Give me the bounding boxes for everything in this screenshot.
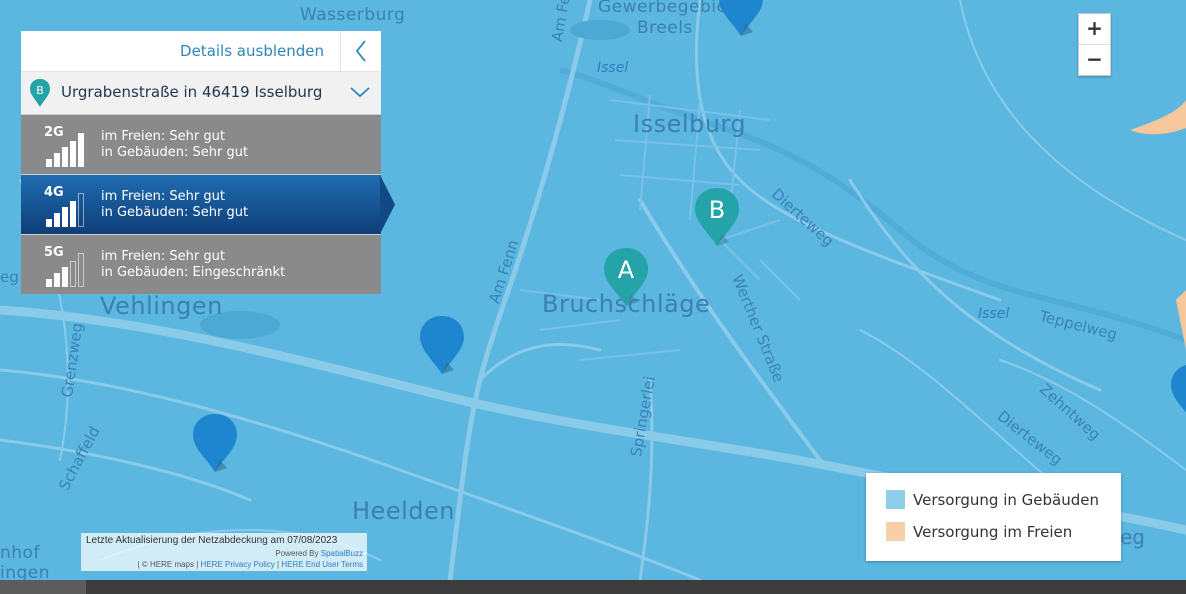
signal-bars-icon [46, 193, 84, 227]
legend-label-outdoor: Versorgung im Freien [913, 522, 1073, 541]
place-ingen: ingen [0, 563, 51, 580]
place-vehlingen: Vehlingen [100, 292, 223, 320]
legend-label-indoor: Versorgung in Gebäuden [913, 490, 1099, 509]
address-marker-letter: B [36, 84, 44, 97]
collapse-panel-button[interactable] [340, 31, 381, 71]
network-row-2g[interactable]: 2G im Freien: Sehr gut in Gebäuden: Sehr… [21, 114, 381, 174]
street-partial-right: eg [1120, 525, 1145, 549]
marker-site-3[interactable] [718, 0, 764, 38]
address-selector[interactable]: B Urgrabenstraße in 46419 Isselburg [21, 71, 381, 114]
separator: | [277, 560, 280, 569]
place-wasserburg: Wasserburg [300, 5, 406, 25]
bottom-bar [0, 580, 1186, 594]
here-maps-text: | © HERE maps | [137, 560, 199, 569]
legend-swatch-outdoor [886, 522, 905, 541]
here-privacy-link[interactable]: HERE Privacy Policy [201, 560, 275, 569]
indoor-coverage-text: in Gebäuden: Sehr gut [101, 205, 249, 220]
chevron-down-icon [350, 87, 370, 98]
place-heelden: Heelden [352, 497, 455, 525]
here-terms-link[interactable]: HERE End User Terms [281, 560, 363, 569]
zoom-out-button[interactable]: − [1079, 44, 1110, 75]
legend-swatch-indoor [886, 490, 905, 509]
hide-details-link[interactable]: Details ausblenden [180, 31, 324, 71]
here-attribution: | © HERE maps | HERE Privacy Policy | HE… [138, 560, 363, 569]
water-issel-east: Issel [978, 306, 1010, 322]
place-gewerbegebiet: Gewerbegebiet [598, 0, 735, 17]
selected-row-arrow [380, 175, 395, 234]
outdoor-coverage-text: im Freien: Sehr gut [101, 129, 225, 144]
bottom-bar-segment [0, 580, 86, 594]
legend-item-outdoor: Versorgung im Freien [886, 522, 1072, 541]
place-breels: Breels [637, 18, 693, 38]
indoor-coverage-text: in Gebäuden: Eingeschränkt [101, 265, 286, 280]
marker-site-4[interactable] [1170, 362, 1186, 424]
coverage-details-panel: Details ausblenden B Urgrabenstraße in 4… [21, 31, 395, 294]
street-partial-left: eg [0, 268, 19, 286]
marker-site-2[interactable] [192, 412, 238, 474]
coverage-update-note: Letzte Aktualisierung der Netzabdeckung … [86, 535, 338, 546]
network-row-4g[interactable]: 4G im Freien: Sehr gut in Gebäuden: Sehr… [21, 174, 395, 234]
signal-bars-icon [46, 133, 84, 167]
indoor-coverage-text: in Gebäuden: Sehr gut [101, 145, 249, 160]
powered-by: Powered By SpatialBuzz [275, 549, 363, 558]
map-legend: Versorgung in Gebäuden Versorgung im Fre… [866, 473, 1121, 561]
marker-b-label: B [708, 196, 726, 224]
water-issel-north: Issel [597, 60, 629, 76]
outdoor-coverage-text: im Freien: Sehr gut [101, 189, 225, 204]
marker-a-label: A [617, 256, 635, 284]
address-text: Urgrabenstraße in 46419 Isselburg [61, 83, 323, 101]
zoom-in-button[interactable]: + [1079, 14, 1110, 44]
spatialbuzz-link[interactable]: SpatialBuzz [321, 549, 363, 558]
zoom-control: + − [1078, 13, 1111, 76]
map-attribution: Letzte Aktualisierung der Netzabdeckung … [81, 533, 367, 571]
signal-bars-icon [46, 253, 84, 287]
place-isselburg: Isselburg [633, 110, 747, 138]
marker-b[interactable]: B [694, 186, 740, 248]
place-nhof: nhof [0, 543, 40, 563]
powered-by-text: Powered By [275, 549, 319, 558]
chevron-left-icon [355, 40, 366, 62]
marker-a[interactable]: A [603, 246, 649, 308]
legend-item-indoor: Versorgung in Gebäuden [886, 490, 1099, 509]
panel-header: Details ausblenden [21, 31, 381, 71]
marker-site-1[interactable] [419, 314, 465, 376]
address-marker-icon: B [30, 79, 50, 107]
network-row-5g[interactable]: 5G im Freien: Sehr gut in Gebäuden: Eing… [21, 234, 381, 294]
outdoor-coverage-text: im Freien: Sehr gut [101, 249, 225, 264]
